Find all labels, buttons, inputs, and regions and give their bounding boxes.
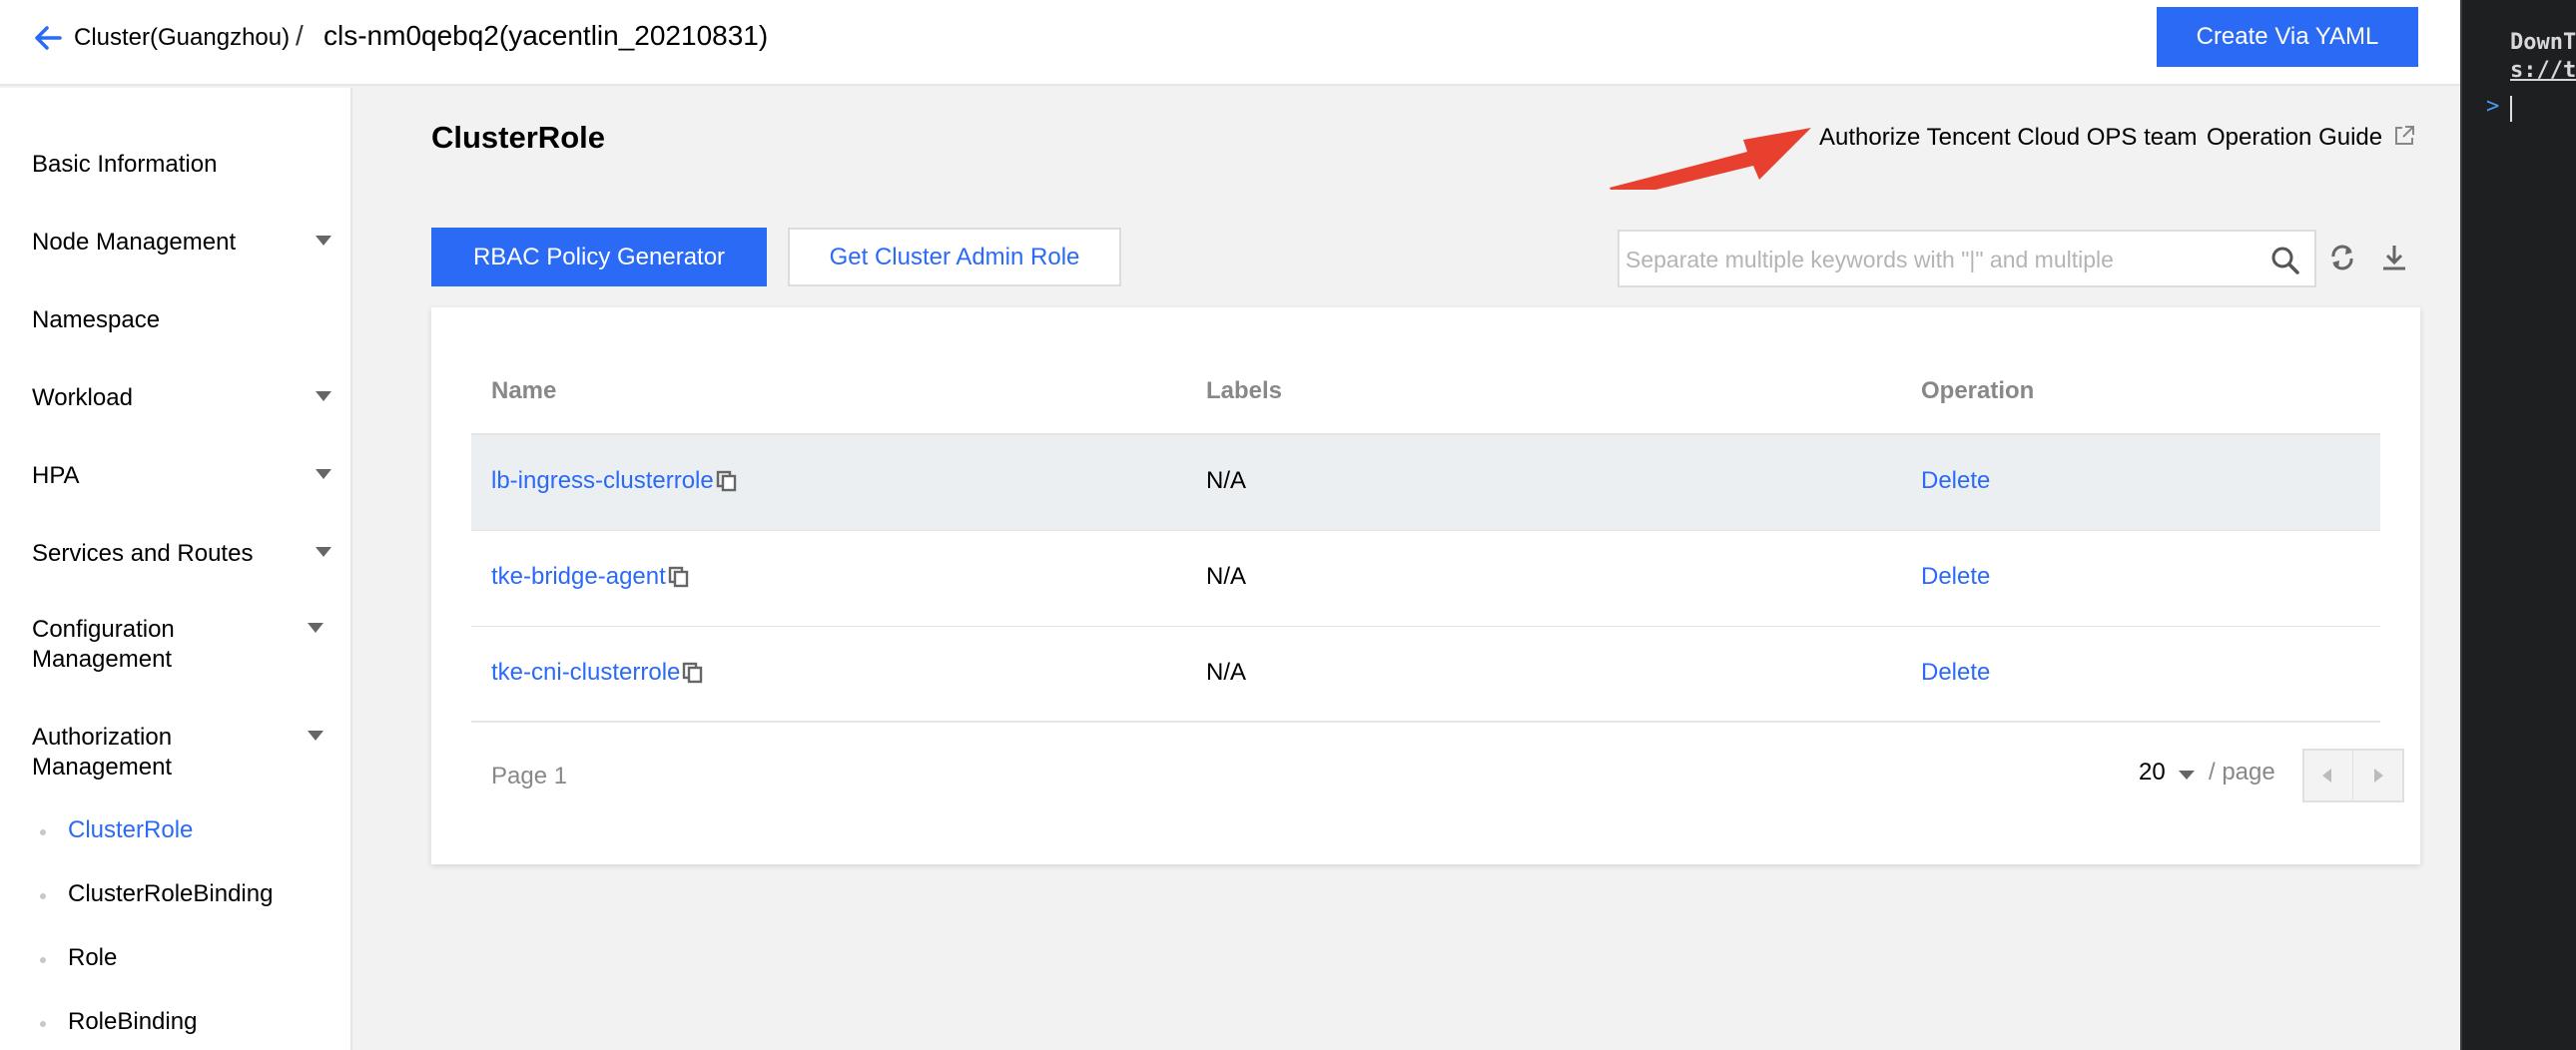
column-header-operation: Operation xyxy=(1921,377,2035,404)
sidebar-item-label: Node Management xyxy=(32,229,237,256)
caret-down-icon xyxy=(316,547,331,557)
clusterrole-table-card: Name Labels Operation lb-ingress-cluster… xyxy=(431,307,2420,864)
row-labels: N/A xyxy=(1206,467,1247,494)
search-box xyxy=(1617,230,2316,287)
breadcrumb-parent[interactable]: Cluster(Guangzhou) xyxy=(74,24,290,52)
page-size-select[interactable]: 20 xyxy=(2139,759,2166,787)
next-page-button[interactable] xyxy=(2354,751,2403,800)
download-icon[interactable] xyxy=(2378,242,2410,273)
triangle-left-icon xyxy=(2322,769,2331,783)
sidebar-subitem-label: Role xyxy=(68,944,118,971)
sidebar: Basic Information Node Management Namesp… xyxy=(0,88,352,1050)
row-labels: N/A xyxy=(1206,563,1247,590)
sidebar-subitem-label: ClusterRoleBinding xyxy=(68,880,274,907)
triangle-right-icon xyxy=(2374,769,2383,783)
copy-icon[interactable] xyxy=(716,470,738,492)
terminal-output-link[interactable]: s://t xyxy=(2510,58,2576,83)
terminal-output-line: DownT xyxy=(2510,30,2576,55)
row-name-link[interactable]: lb-ingress-clusterrole xyxy=(491,467,738,495)
per-page-label: / page xyxy=(2209,759,2275,786)
sidebar-item-label: Authorization Management xyxy=(32,724,173,781)
caret-down-icon xyxy=(308,623,323,633)
search-input[interactable] xyxy=(1625,242,2245,277)
terminal-panel[interactable]: DownT s://t > xyxy=(2460,0,2576,1050)
caret-down-icon xyxy=(308,731,323,741)
sidebar-subitem-label: ClusterRole xyxy=(68,816,194,843)
sidebar-item-authorization-management[interactable]: Authorization Management xyxy=(32,723,252,783)
copy-icon[interactable] xyxy=(668,566,690,588)
sidebar-item-label: Configuration Management xyxy=(32,616,175,673)
table-row[interactable]: lb-ingress-clusterrole N/A Delete xyxy=(471,435,2380,531)
column-header-name[interactable]: Name xyxy=(491,377,556,405)
footer-divider xyxy=(471,721,2380,723)
sidebar-item-node-management[interactable]: Node Management xyxy=(32,228,331,258)
page-info: Page 1 xyxy=(491,763,568,789)
rbac-policy-generator-button[interactable]: RBAC Policy Generator xyxy=(431,228,767,286)
create-via-yaml-button[interactable]: Create Via YAML xyxy=(2157,7,2418,67)
sidebar-item-label: Services and Routes xyxy=(32,540,254,567)
row-name-link[interactable]: tke-bridge-agent xyxy=(491,563,690,591)
sidebar-item-label: Basic Information xyxy=(32,151,218,178)
row-labels: N/A xyxy=(1206,659,1247,686)
bullet-dot-icon xyxy=(40,829,46,835)
external-link-icon[interactable] xyxy=(2392,124,2416,148)
sidebar-item-namespace[interactable]: Namespace xyxy=(32,305,331,335)
table-row[interactable]: tke-bridge-agent N/A Delete xyxy=(471,531,2380,627)
sidebar-item-workload[interactable]: Workload xyxy=(32,383,331,413)
breadcrumb-separator: / xyxy=(296,20,304,51)
annotation-arrow-icon xyxy=(1610,128,1811,190)
sidebar-item-services-and-routes[interactable]: Services and Routes xyxy=(32,539,331,569)
app-window: Cluster(Guangzhou) / cls-nm0qebq2(yacent… xyxy=(0,0,2460,1050)
delete-link[interactable]: Delete xyxy=(1921,467,1990,495)
sidebar-item-label: Namespace xyxy=(32,306,161,333)
delete-link[interactable]: Delete xyxy=(1921,563,1990,591)
caret-down-icon xyxy=(316,469,331,479)
search-icon[interactable] xyxy=(2270,246,2300,275)
bullet-dot-icon xyxy=(40,893,46,899)
sidebar-item-configuration-management[interactable]: Configuration Management xyxy=(32,615,252,675)
copy-icon[interactable] xyxy=(682,662,704,684)
operation-guide-link[interactable]: Operation Guide xyxy=(2207,124,2382,152)
back-arrow-icon[interactable] xyxy=(30,20,66,56)
caret-down-icon xyxy=(316,391,331,401)
caret-down-icon xyxy=(316,236,331,246)
prev-page-button[interactable] xyxy=(2304,751,2353,800)
terminal-prompt-icon: > xyxy=(2486,94,2500,119)
sidebar-item-hpa[interactable]: HPA xyxy=(32,461,331,491)
bullet-dot-icon xyxy=(40,1021,46,1027)
row-name-link[interactable]: tke-cni-clusterrole xyxy=(491,659,704,687)
get-cluster-admin-role-button[interactable]: Get Cluster Admin Role xyxy=(788,228,1121,286)
refresh-icon[interactable] xyxy=(2326,242,2358,273)
terminal-cursor[interactable] xyxy=(2510,96,2512,122)
delete-link[interactable]: Delete xyxy=(1921,659,1990,687)
sidebar-subitem-label: RoleBinding xyxy=(68,1008,198,1035)
pagination-controls xyxy=(2302,749,2404,802)
bullet-dot-icon xyxy=(40,957,46,963)
page-title: ClusterRole xyxy=(431,120,605,155)
breadcrumb-current: cls-nm0qebq2(yacentlin_20210831) xyxy=(323,20,769,51)
sidebar-item-label: Workload xyxy=(32,384,133,411)
column-header-labels: Labels xyxy=(1206,377,1283,404)
sidebar-item-basic-information[interactable]: Basic Information xyxy=(32,150,331,180)
caret-down-icon[interactable] xyxy=(2179,771,2195,780)
sidebar-item-label: HPA xyxy=(32,462,80,489)
top-header: Cluster(Guangzhou) / cls-nm0qebq2(yacent… xyxy=(0,0,2460,86)
table-row[interactable]: tke-cni-clusterrole N/A Delete xyxy=(471,627,2380,723)
authorize-ops-team-link[interactable]: Authorize Tencent Cloud OPS team xyxy=(1819,124,2197,152)
